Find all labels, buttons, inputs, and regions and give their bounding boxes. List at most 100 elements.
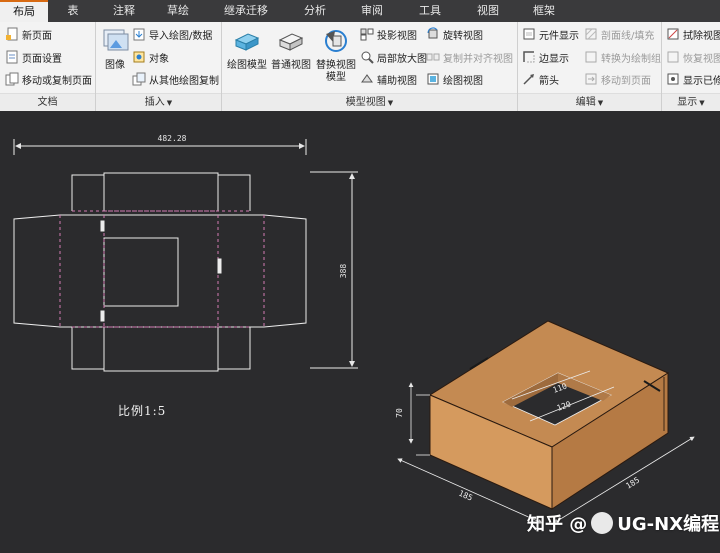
replace-view-label: 替换视图 模型 [316,60,356,83]
object-button[interactable]: 对象 [132,47,169,67]
tab-sketch[interactable]: 草绘 [150,0,206,22]
chevron-down-icon: ▼ [387,99,394,107]
group-edit: 元件显示 剖面线/填充 边显示 转换为绘制组 箭头 移动到页面 编辑 ▼ [518,22,662,111]
move-to-page-icon [585,73,597,85]
component-display-button[interactable]: 元件显示 [522,24,579,44]
rotate-view-button[interactable]: 旋转视图 [426,24,483,44]
move-copy-page-icon [5,72,19,86]
ribbon-tab-bar: 布局 表 注释 草绘 继承迁移 分析 审阅 工具 视图 框架 [0,0,720,22]
copy-drawing-icon [132,72,146,86]
group-label-display[interactable]: 显示 ▼ [662,93,720,111]
arrow-icon [523,74,534,85]
hatch-icon [585,28,597,40]
tab-table[interactable]: 表 [48,0,98,22]
group-label-insert[interactable]: 插入 ▼ [96,93,221,111]
locking-tab [217,258,222,274]
image-button[interactable]: 图像 [100,26,130,72]
auxiliary-view-button[interactable]: 辅助视图 [360,69,417,89]
import-drawing-button[interactable]: 导入绘图/数据 [132,24,212,44]
chevron-down-icon: ▼ [597,99,604,107]
locking-tab [100,310,105,322]
group-label-model-views[interactable]: 模型视图 ▼ [222,93,517,111]
iso-right-dimension-text: 185 [624,475,641,490]
new-page-button[interactable]: 新页面 [5,24,52,44]
chevron-down-icon: ▼ [699,99,705,107]
group-document: 新页面 页面设置 移动或复制页面 文档 [0,22,96,111]
show-erased-icon [667,73,679,85]
scale-label: 比例1:5 [118,404,167,418]
page-setup-button[interactable]: 页面设置 [5,47,62,67]
tab-framework[interactable]: 框架 [516,0,572,22]
drawing-model-button[interactable]: 绘图模型 [226,26,268,72]
iso-height-dimension-text: 70 [395,408,404,418]
tab-legacy-migration[interactable]: 继承迁移 [206,0,286,22]
right-side-panel [263,214,307,328]
convert-to-group-button[interactable]: 转换为绘制组 [584,47,661,67]
group-model-views: 绘图模型 普通视图 替换视图 模型 投影视图 旋转视图 局部放大图 复制并对齐视图 [222,22,518,111]
copy-align-view-button[interactable]: 复制并对齐视图 [426,47,513,67]
auxiliary-view-icon [361,74,373,83]
erase-view-button[interactable]: 拭除视图 [666,24,720,44]
width-dimension-text: 482.28 [158,134,187,143]
projection-view-button[interactable]: 投影视图 [360,24,417,44]
replace-view-model-button[interactable]: 替换视图 模型 [314,26,358,84]
drawing-view-button[interactable]: 绘图视图 [426,69,483,89]
move-to-page-button[interactable]: 移动到页面 [584,69,651,89]
arrow-button[interactable]: 箭头 [522,69,559,89]
ribbon: 新页面 页面设置 移动或复制页面 文档 图像 导入绘图/数据 对象 从其他绘图复… [0,22,720,111]
fold-lines [59,210,265,328]
section-hatch-button[interactable]: 剖面线/填充 [584,24,654,44]
replace-view-icon [325,30,347,52]
projection-view-icon [360,28,374,41]
restore-view-icon [667,51,679,63]
top-left-flap [71,174,105,211]
locking-tab [100,220,105,232]
group-display: 拭除视图 恢复视图 显示已修 显示 ▼ [662,22,720,111]
drawing-canvas[interactable]: 482.28 388 70 110 120 185 185 比例1:5 知乎 @… [0,111,720,553]
detail-view-icon [361,51,374,64]
erase-view-icon [667,28,679,40]
detail-view-button[interactable]: 局部放大图 [360,47,427,67]
restore-view-button[interactable]: 恢复视图 [666,47,720,67]
tab-tools[interactable]: 工具 [400,0,460,22]
height-dimension-text: 388 [339,264,348,279]
image-icon [103,29,129,51]
rotate-view-icon [427,27,438,39]
convert-group-icon [585,51,597,63]
import-icon [133,28,145,41]
watermark-name: UG-NX编程 [617,514,720,535]
bottom-right-flap [217,327,251,370]
drawing-sheet: 482.28 388 70 110 120 185 185 [13,134,695,524]
top-panel [103,172,219,211]
copy-align-view-icon [426,53,440,61]
copy-from-other-drawing-button[interactable]: 从其他绘图复制 [132,69,219,89]
chevron-down-icon: ▼ [166,99,173,107]
object-icon [133,51,145,63]
drawing-view-icon [427,73,439,85]
isometric-box-view[interactable] [397,320,695,524]
window-cutout [103,237,179,307]
left-side-panel [13,214,61,328]
move-copy-page-button[interactable]: 移动或复制页面 [5,69,92,89]
bottom-panel [103,327,219,372]
show-erased-button[interactable]: 显示已修 [666,69,720,89]
tab-review[interactable]: 审阅 [344,0,400,22]
component-display-icon [523,28,535,40]
box-net-view[interactable] [13,139,358,372]
watermark: 知乎 @ UG-NX编程 [527,510,719,536]
group-insert: 图像 导入绘图/数据 对象 从其他绘图复制 插入 ▼ [96,22,222,111]
group-label-document: 文档 [0,93,95,111]
edge-display-button[interactable]: 边显示 [522,47,569,67]
general-view-button[interactable]: 普通视图 [270,26,312,72]
group-label-edit[interactable]: 编辑 ▼ [518,93,661,111]
tab-layout[interactable]: 布局 [0,0,48,22]
edge-display-icon [523,51,535,63]
bottom-left-flap [71,327,105,370]
top-right-flap [217,174,251,211]
drawing-model-icon [234,33,260,51]
tab-annotate[interactable]: 注释 [98,0,150,22]
tab-analysis[interactable]: 分析 [286,0,344,22]
new-page-icon [6,27,18,41]
wechat-logo-icon [591,512,614,534]
tab-view[interactable]: 视图 [460,0,516,22]
